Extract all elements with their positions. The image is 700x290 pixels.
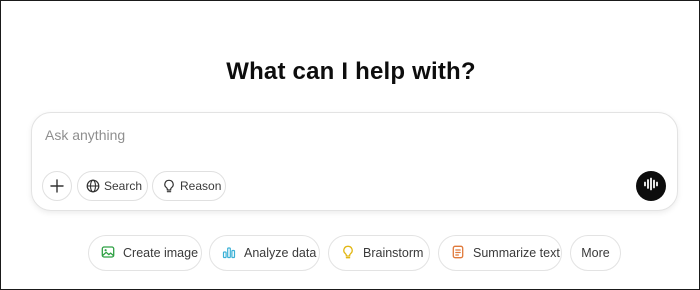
bar-chart-icon (222, 245, 236, 262)
more-label: More (581, 246, 610, 260)
page-title: What can I help with? (226, 58, 476, 85)
more-chip[interactable]: More (570, 235, 621, 271)
create-image-chip[interactable]: Create image (88, 235, 202, 271)
lightbulb-icon (341, 245, 355, 262)
analyze-data-label: Analyze data (244, 246, 317, 260)
summarize-text-chip[interactable]: Summarize text (438, 235, 562, 271)
summarize-text-label: Summarize text (473, 246, 560, 260)
globe-icon (86, 179, 100, 193)
lightbulb-icon (162, 179, 176, 193)
prompt-input[interactable] (45, 125, 605, 145)
reason-button-label: Reason (180, 179, 222, 193)
search-button[interactable]: Search (77, 171, 148, 201)
voice-waveform-icon (643, 177, 659, 196)
window-frame: What can I help with? Search (0, 0, 700, 290)
reason-button[interactable]: Reason (152, 171, 226, 201)
voice-mode-button[interactable] (636, 171, 666, 201)
plus-icon (50, 179, 64, 193)
suggestion-chips: Create image Analyze data Brainstorm Sum… (1, 235, 700, 271)
prompt-composer[interactable]: Search Reason (31, 112, 678, 211)
analyze-data-chip[interactable]: Analyze data (209, 235, 320, 271)
create-image-label: Create image (123, 246, 199, 260)
attach-button[interactable] (42, 171, 72, 201)
document-icon (451, 245, 465, 262)
image-icon (101, 245, 115, 262)
brainstorm-label: Brainstorm (363, 246, 424, 260)
search-button-label: Search (104, 179, 143, 193)
brainstorm-chip[interactable]: Brainstorm (328, 235, 430, 271)
